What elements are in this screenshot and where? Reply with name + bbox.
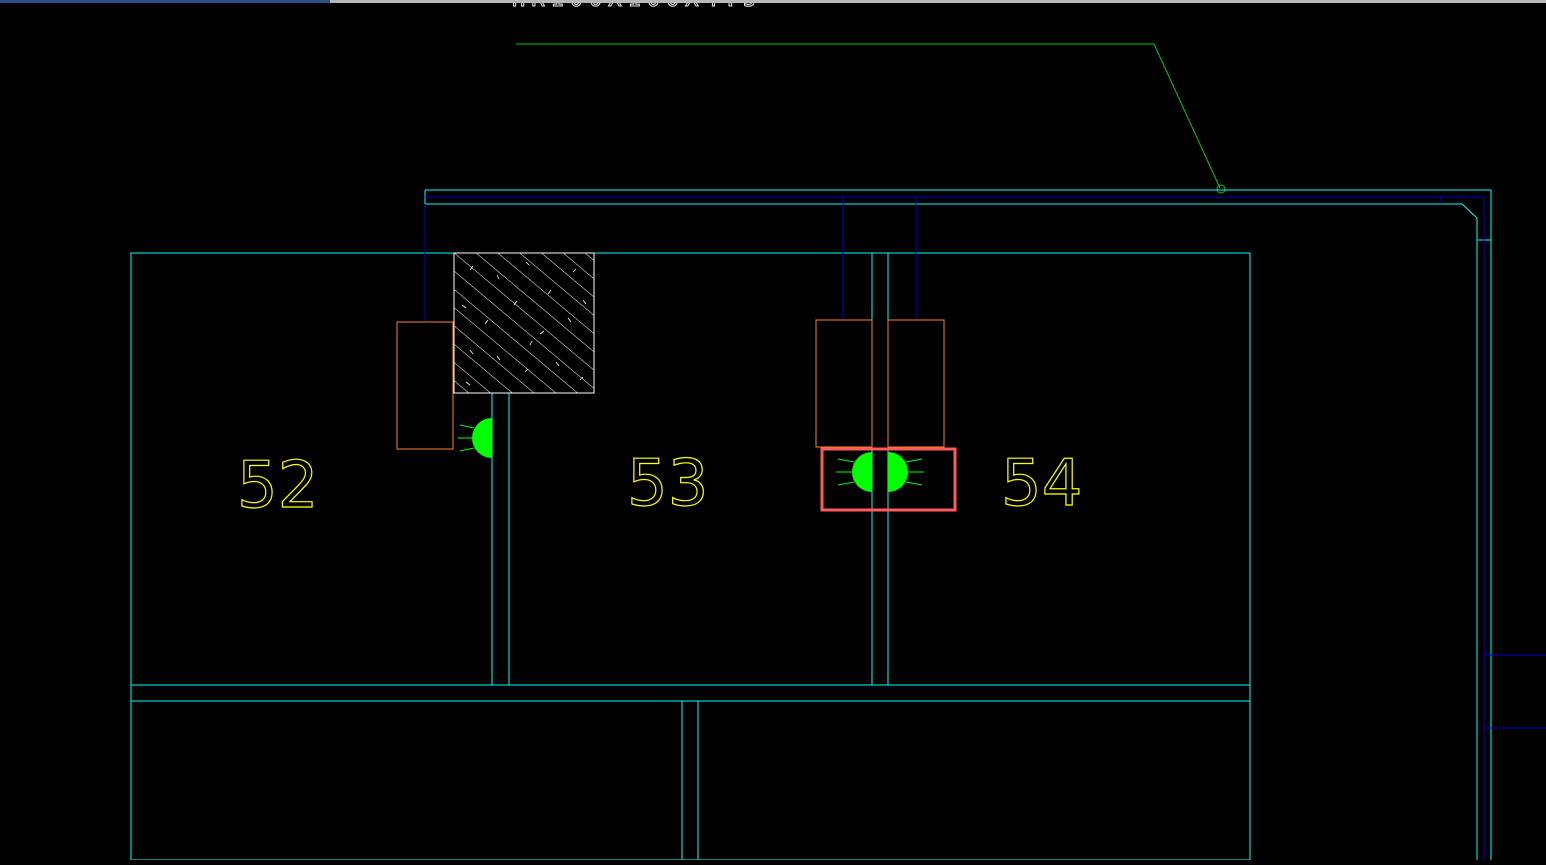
room-walls[interactable] <box>130 252 1251 861</box>
wall-lamp-icon[interactable] <box>458 418 492 458</box>
room-label-52: 52 <box>237 449 318 523</box>
leader-line[interactable] <box>516 43 1221 189</box>
floor-plan-drawing[interactable]: HR100X100X4.5 <box>0 0 1546 861</box>
room-label-53: 53 <box>627 447 708 521</box>
equipment-box-54 <box>887 319 945 448</box>
top-toolbar-active-segment <box>0 0 330 3</box>
top-toolbar-strip <box>0 0 1546 3</box>
equipment-box-52 <box>396 321 454 450</box>
wall-lamp-icon[interactable] <box>836 452 872 492</box>
equipment-box-53 <box>815 319 873 448</box>
room-label-54: 54 <box>1001 447 1082 521</box>
hatched-column-icon[interactable] <box>453 252 595 394</box>
circle-marker-icon[interactable] <box>1216 184 1226 194</box>
wall-lamp-icon[interactable] <box>888 452 924 492</box>
cad-canvas[interactable]: HR100X100X4.5 <box>0 0 1546 861</box>
